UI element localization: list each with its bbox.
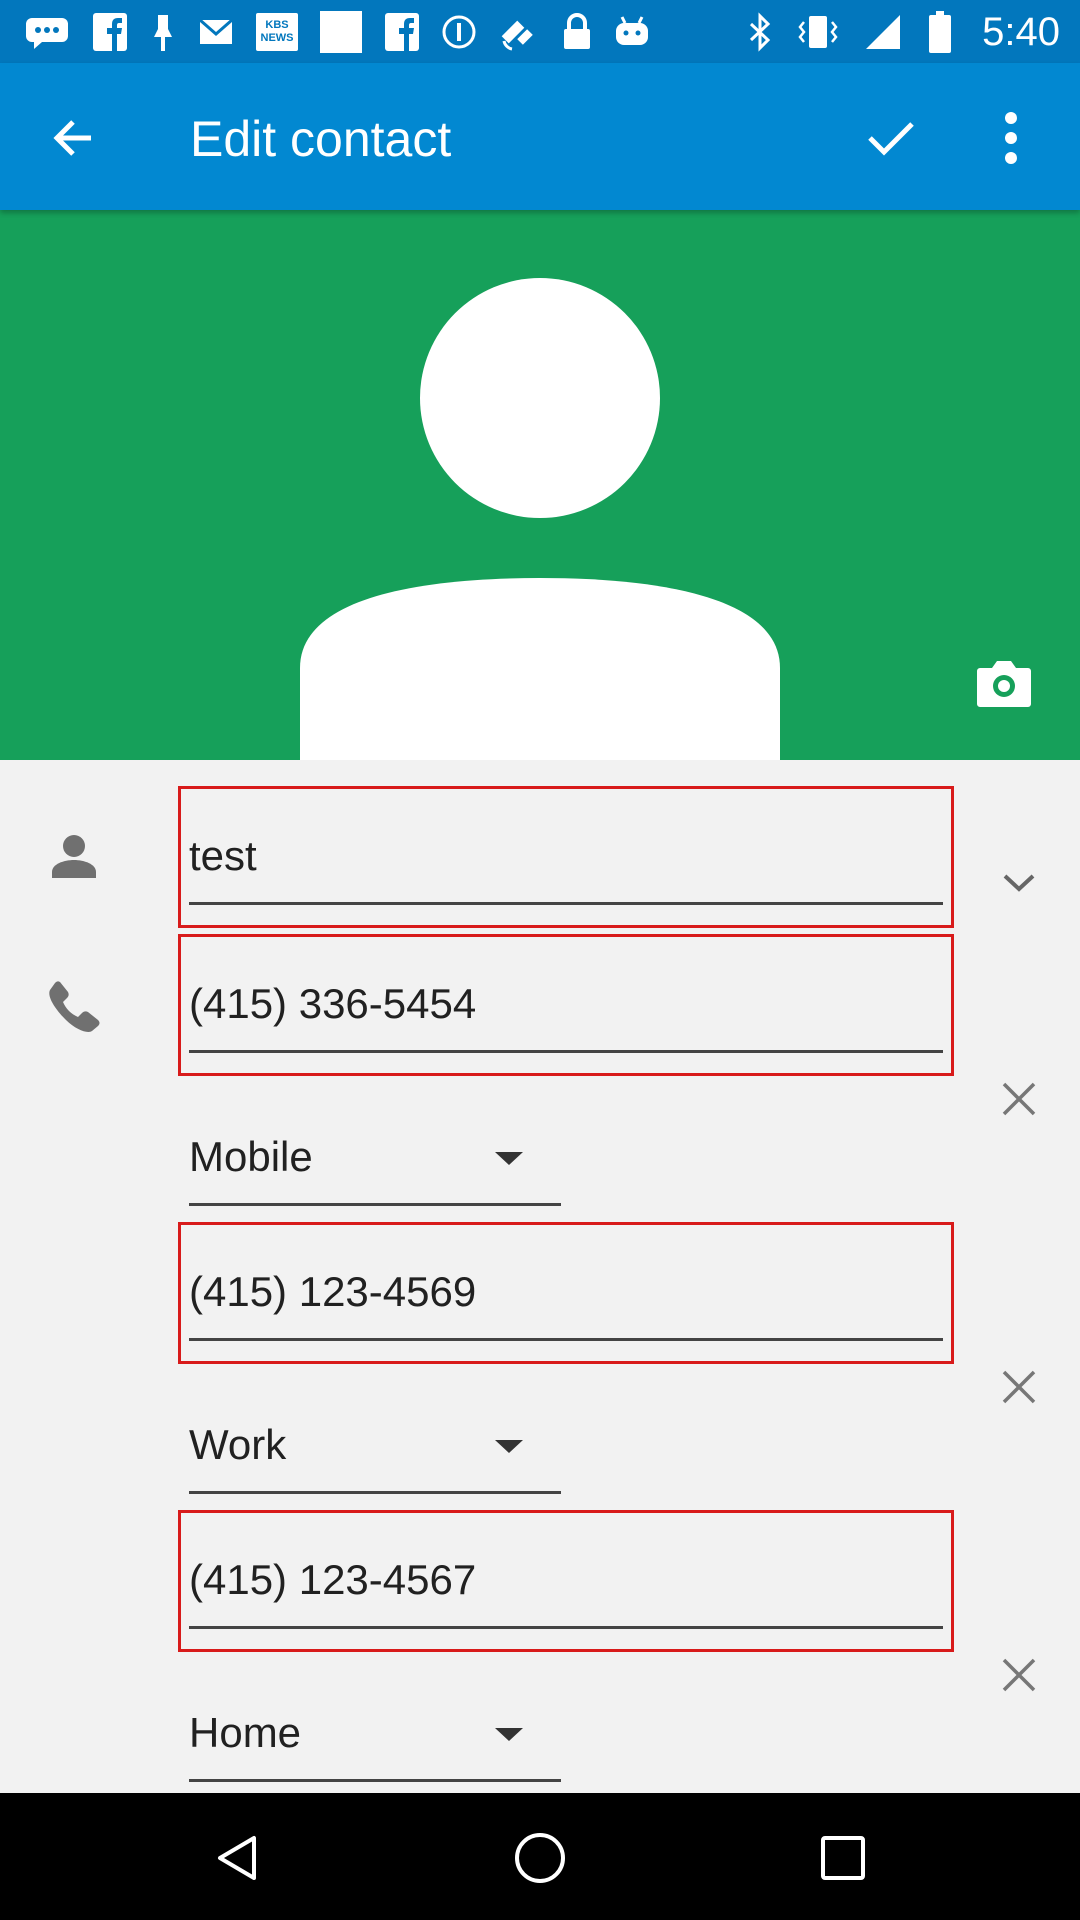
name-input[interactable]: test xyxy=(189,831,257,881)
phone-field-2[interactable]: (415) 123-4569 xyxy=(178,1222,954,1364)
chevron-down-icon xyxy=(1003,874,1035,892)
remove-phone-button-3[interactable] xyxy=(994,1650,1044,1700)
android-icon xyxy=(616,16,648,45)
facebook-icon xyxy=(385,13,419,51)
nav-home-button[interactable] xyxy=(505,1823,575,1893)
field-underline xyxy=(189,1050,943,1053)
bluetooth-icon xyxy=(749,12,771,52)
phone-type-spinner-1[interactable]: Mobile xyxy=(189,1116,561,1206)
close-icon xyxy=(1002,1082,1036,1116)
kbs-news-icon: KBS NEWS xyxy=(256,13,298,51)
close-icon xyxy=(1002,1370,1036,1404)
remove-phone-button-1[interactable] xyxy=(994,1074,1044,1124)
phone-type-spinner-3[interactable]: Home xyxy=(189,1692,561,1782)
phone-input-1[interactable]: (415) 336-5454 xyxy=(189,979,476,1029)
phone-type-label: Work xyxy=(189,1421,287,1468)
vibrate-icon xyxy=(798,16,838,48)
notification-icons: KBS NEWS xyxy=(24,10,650,54)
chat-bubble-icon xyxy=(26,18,68,49)
battery-icon xyxy=(929,11,951,53)
back-triangle-icon xyxy=(218,1836,256,1880)
dropdown-arrow-icon xyxy=(495,1152,523,1165)
status-bar: KBS NEWS 5:40 xyxy=(0,0,1080,63)
info-icon xyxy=(442,15,476,49)
spinner-underline xyxy=(189,1491,561,1494)
nav-back-button[interactable] xyxy=(202,1823,272,1893)
field-underline xyxy=(189,1338,943,1341)
fake-gps-icon xyxy=(501,20,533,51)
remove-phone-button-2[interactable] xyxy=(994,1362,1044,1412)
expand-name-button[interactable] xyxy=(994,858,1044,908)
blank-square-icon xyxy=(320,11,362,53)
recents-square-icon xyxy=(821,1836,865,1880)
phone-input-2[interactable]: (415) 123-4569 xyxy=(189,1267,476,1317)
phone-field-3[interactable]: (415) 123-4567 xyxy=(178,1510,954,1652)
nav-recents-button[interactable] xyxy=(808,1823,878,1893)
spinner-underline xyxy=(189,1203,561,1206)
more-vert-icon xyxy=(1005,112,1017,164)
avatar-placeholder-icon xyxy=(300,278,780,760)
camera-icon[interactable] xyxy=(976,658,1032,708)
phone-icon xyxy=(49,981,100,1032)
back-button[interactable] xyxy=(38,103,108,173)
phone-type-spinner-2[interactable]: Work xyxy=(189,1404,561,1494)
page-title: Edit contact xyxy=(190,111,452,167)
dropdown-arrow-icon xyxy=(495,1440,523,1453)
contact-photo[interactable] xyxy=(0,210,1080,760)
lock-icon xyxy=(564,13,590,49)
navigation-bar xyxy=(0,1793,1080,1920)
mail-icon xyxy=(199,18,233,44)
more-options-button[interactable] xyxy=(976,103,1046,173)
phone-field-1[interactable]: (415) 336-5454 xyxy=(178,934,954,1076)
contact-form: test (415) 336-5454 Mobile (415) 123-456… xyxy=(0,760,1080,1793)
phone-type-label: Mobile xyxy=(189,1133,313,1180)
edit-contact-screen: KBS NEWS 5:40 Edit contact test (415) 33… xyxy=(0,0,1080,1920)
signal-icon xyxy=(866,15,900,49)
facebook-icon xyxy=(93,13,127,51)
dropdown-arrow-icon xyxy=(495,1728,523,1741)
name-field[interactable]: test xyxy=(178,786,954,928)
close-icon xyxy=(1002,1658,1036,1692)
check-icon xyxy=(868,122,914,156)
clip-icon xyxy=(154,15,172,51)
spinner-underline xyxy=(189,1779,561,1782)
field-underline xyxy=(189,902,943,905)
home-circle-icon xyxy=(515,1833,565,1883)
save-button[interactable] xyxy=(856,103,926,173)
field-underline xyxy=(189,1626,943,1629)
phone-input-3[interactable]: (415) 123-4567 xyxy=(189,1555,476,1605)
phone-type-label: Home xyxy=(189,1709,302,1756)
arrow-back-icon xyxy=(53,120,91,156)
system-icons xyxy=(748,10,952,54)
app-bar: Edit contact xyxy=(0,63,1080,210)
status-time: 5:40 xyxy=(982,10,1060,54)
person-icon xyxy=(52,835,96,878)
